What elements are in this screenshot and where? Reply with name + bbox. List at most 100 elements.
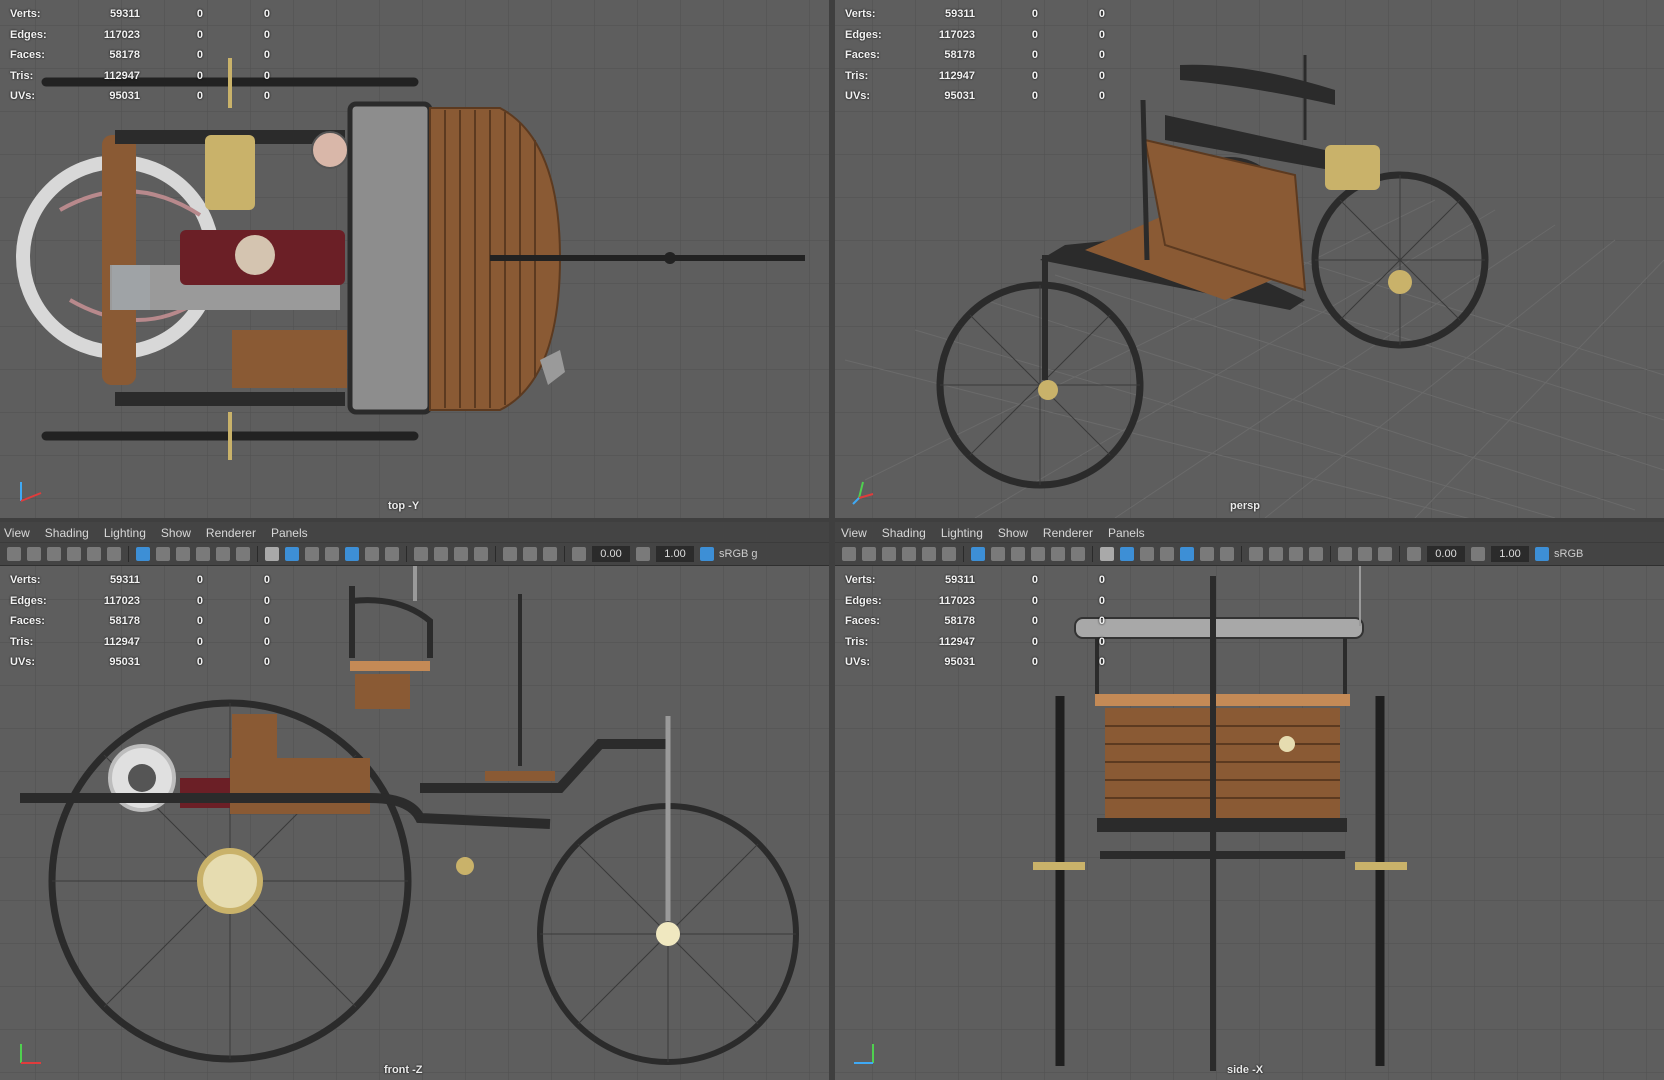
viewport-divider-vertical[interactable] xyxy=(829,0,835,1080)
wireframe-on-shaded-icon[interactable] xyxy=(1160,547,1174,561)
hud-row-uvs: UVs: 95031 0 0 xyxy=(10,86,270,107)
color-management-icon[interactable] xyxy=(700,547,714,561)
screen-space-ao-icon[interactable] xyxy=(503,547,517,561)
wireframe-icon[interactable] xyxy=(1100,547,1114,561)
motion-blur-icon[interactable] xyxy=(1358,547,1372,561)
image-plane-icon[interactable] xyxy=(902,547,916,561)
xray-joints-icon[interactable] xyxy=(1269,547,1283,561)
hud-row-edges: Edges: 117023 0 0 xyxy=(845,591,1105,612)
grid-toggle-icon[interactable] xyxy=(136,547,150,561)
safe-title-icon[interactable] xyxy=(236,547,250,561)
viewport-side[interactable]: Verts: 59311 0 0 Edges: 117023 0 0 Faces: 58178… xyxy=(835,566,1664,1080)
xray-components-icon[interactable] xyxy=(454,547,468,561)
resolution-gate-icon[interactable] xyxy=(991,547,1005,561)
hud-components: 0 xyxy=(1098,8,1105,20)
menu-view[interactable]: View xyxy=(839,526,876,540)
hud-label: Edges: xyxy=(10,28,47,41)
resolution-gate-icon[interactable] xyxy=(156,547,170,561)
exposure-icon[interactable] xyxy=(572,547,586,561)
hud-label: Tris: xyxy=(845,635,869,648)
view-transform-label[interactable]: sRGB g xyxy=(719,548,758,560)
viewport-divider-horizontal[interactable] xyxy=(0,518,1664,522)
textured-icon[interactable] xyxy=(1180,547,1194,561)
camera-attributes-icon[interactable] xyxy=(862,547,876,561)
exposure-icon[interactable] xyxy=(1407,547,1421,561)
isolate-select-icon[interactable] xyxy=(1309,547,1323,561)
separator xyxy=(1092,546,1093,562)
viewport-top[interactable]: Verts: 59311 0 0 Edges: 117023 0 0 Faces: 58178… xyxy=(0,0,829,518)
xray-components-icon[interactable] xyxy=(1289,547,1303,561)
exposure-field[interactable]: 0.00 xyxy=(592,546,630,562)
field-chart-icon[interactable] xyxy=(196,547,210,561)
default-lighting-icon[interactable] xyxy=(305,547,319,561)
wireframe-on-shaded-icon[interactable] xyxy=(325,547,339,561)
grid-toggle-icon[interactable] xyxy=(971,547,985,561)
field-chart-icon[interactable] xyxy=(1031,547,1045,561)
smooth-shade-icon[interactable] xyxy=(1120,547,1134,561)
viewport-front[interactable]: Verts: 59311 0 0 Edges: 117023 0 0 Faces: 58178… xyxy=(0,566,829,1080)
gate-mask-icon[interactable] xyxy=(1011,547,1025,561)
hud-selected: 0 xyxy=(196,90,203,102)
hud-label: Verts: xyxy=(10,8,41,20)
grease-pencil-icon[interactable] xyxy=(87,547,101,561)
hud-components: 0 xyxy=(1098,656,1105,668)
film-gate-icon[interactable] xyxy=(942,547,956,561)
safe-title-icon[interactable] xyxy=(1071,547,1085,561)
hud-components: 0 xyxy=(263,69,270,82)
gamma-icon[interactable] xyxy=(636,547,650,561)
image-plane-icon[interactable] xyxy=(67,547,81,561)
xray-icon[interactable] xyxy=(414,547,428,561)
safe-action-icon[interactable] xyxy=(1051,547,1065,561)
hud-selected: 0 xyxy=(1031,594,1038,607)
gamma-field[interactable]: 1.00 xyxy=(656,546,694,562)
multisample-icon[interactable] xyxy=(543,547,557,561)
film-gate-icon[interactable] xyxy=(107,547,121,561)
color-management-icon[interactable] xyxy=(1535,547,1549,561)
motion-blur-icon[interactable] xyxy=(523,547,537,561)
smooth-shade-icon[interactable] xyxy=(285,547,299,561)
menu-renderer[interactable]: Renderer xyxy=(1041,526,1102,540)
hud-selected: 0 xyxy=(1031,90,1038,102)
camera-attributes-icon[interactable] xyxy=(27,547,41,561)
menu-show[interactable]: Show xyxy=(996,526,1037,540)
xray-icon[interactable] xyxy=(1249,547,1263,561)
separator xyxy=(128,546,129,562)
use-all-lights-icon[interactable] xyxy=(365,547,379,561)
use-all-lights-icon[interactable] xyxy=(1200,547,1214,561)
hud-value: 58178 xyxy=(944,49,975,61)
menu-lighting[interactable]: Lighting xyxy=(939,526,992,540)
menu-shading[interactable]: Shading xyxy=(43,526,98,540)
textured-icon[interactable] xyxy=(345,547,359,561)
safe-action-icon[interactable] xyxy=(216,547,230,561)
xray-joints-icon[interactable] xyxy=(434,547,448,561)
camera-icon[interactable] xyxy=(842,547,856,561)
wireframe-icon[interactable] xyxy=(265,547,279,561)
view-transform-label[interactable]: sRGB xyxy=(1554,548,1583,560)
menu-view[interactable]: View xyxy=(2,526,39,540)
menu-show[interactable]: Show xyxy=(159,526,200,540)
hud-components: 0 xyxy=(263,635,270,648)
exposure-field[interactable]: 0.00 xyxy=(1427,546,1465,562)
isolate-select-icon[interactable] xyxy=(474,547,488,561)
bookmark-icon[interactable] xyxy=(47,547,61,561)
viewport-persp[interactable]: Verts: 59311 0 0 Edges: 117023 0 0 Faces: 58178… xyxy=(835,0,1664,518)
menu-renderer[interactable]: Renderer xyxy=(204,526,265,540)
bookmark-icon[interactable] xyxy=(882,547,896,561)
shadows-icon[interactable] xyxy=(1220,547,1234,561)
hud-label: Edges: xyxy=(845,594,882,607)
screen-space-ao-icon[interactable] xyxy=(1338,547,1352,561)
menu-panels[interactable]: Panels xyxy=(1106,526,1154,540)
hud-components: 0 xyxy=(1098,28,1105,41)
menu-panels[interactable]: Panels xyxy=(269,526,317,540)
grease-pencil-icon[interactable] xyxy=(922,547,936,561)
gamma-field[interactable]: 1.00 xyxy=(1491,546,1529,562)
gamma-icon[interactable] xyxy=(1471,547,1485,561)
camera-icon[interactable] xyxy=(7,547,21,561)
multisample-icon[interactable] xyxy=(1378,547,1392,561)
hud-row-faces: Faces: 58178 0 0 xyxy=(845,611,1105,632)
menu-lighting[interactable]: Lighting xyxy=(102,526,155,540)
gate-mask-icon[interactable] xyxy=(176,547,190,561)
default-lighting-icon[interactable] xyxy=(1140,547,1154,561)
shadows-icon[interactable] xyxy=(385,547,399,561)
menu-shading[interactable]: Shading xyxy=(880,526,935,540)
